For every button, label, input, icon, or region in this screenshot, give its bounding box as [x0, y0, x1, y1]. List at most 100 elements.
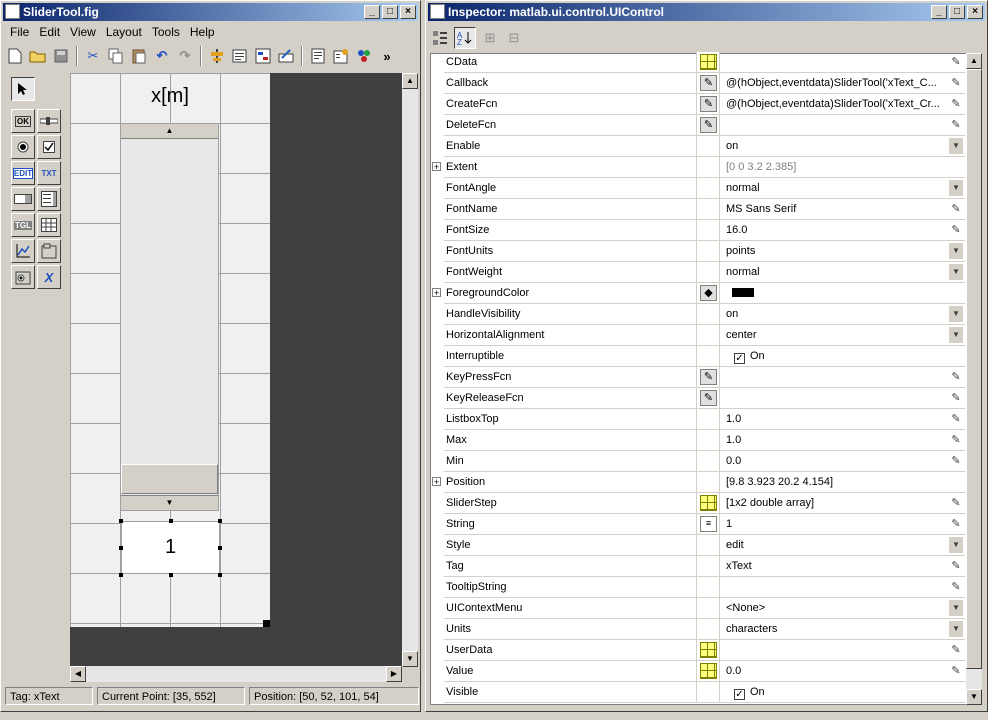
- property-value[interactable]: [9.8 3.923 20.2 4.154]: [726, 472, 951, 492]
- property-row[interactable]: FontAngle normal ▼: [444, 178, 965, 199]
- property-value[interactable]: 1.0: [726, 409, 951, 429]
- property-row[interactable]: UserData ✎: [444, 640, 965, 661]
- edit-pencil-icon[interactable]: ✎: [949, 661, 963, 681]
- property-value[interactable]: ✓ On: [734, 346, 959, 366]
- dropdown-arrow-icon[interactable]: ▼: [949, 306, 963, 322]
- property-value[interactable]: @(hObject,eventdata)SliderTool('xText_Cr…: [726, 94, 951, 114]
- property-row[interactable]: FontName MS Sans Serif ✎: [444, 199, 965, 220]
- property-row[interactable]: FontSize 16.0 ✎: [444, 220, 965, 241]
- close-button[interactable]: ×: [967, 5, 983, 19]
- menu-edit[interactable]: Edit: [34, 23, 65, 42]
- array-editor-icon[interactable]: [700, 663, 717, 679]
- dropdown-arrow-icon[interactable]: ▼: [949, 621, 963, 637]
- edit-pencil-icon[interactable]: ✎: [949, 115, 963, 135]
- edit-pencil-icon[interactable]: ✎: [949, 73, 963, 93]
- text-editor-icon[interactable]: ≡: [700, 516, 717, 532]
- scroll-right-icon[interactable]: ▶: [386, 666, 402, 682]
- property-value[interactable]: [726, 367, 951, 387]
- property-value[interactable]: [726, 283, 951, 303]
- panel-tool-icon[interactable]: [37, 239, 61, 263]
- property-value[interactable]: @(hObject,eventdata)SliderTool('xText_C.…: [726, 73, 951, 93]
- selection-handle[interactable]: [119, 573, 123, 577]
- property-value[interactable]: characters: [726, 619, 951, 639]
- tab-order-editor-icon[interactable]: [253, 46, 273, 66]
- cut-icon[interactable]: ✂: [83, 46, 103, 66]
- edit-pencil-icon[interactable]: ✎: [949, 577, 963, 597]
- toolbar-editor-icon[interactable]: [276, 46, 296, 66]
- property-value[interactable]: [726, 52, 951, 72]
- property-row[interactable]: Callback ✎ @(hObject,eventdata)SliderTool(…: [444, 73, 965, 94]
- expand-all-icon[interactable]: ⊞: [480, 28, 500, 48]
- scroll-down-icon[interactable]: ▼: [402, 651, 418, 667]
- minimize-button[interactable]: _: [931, 5, 947, 19]
- edit-pencil-icon[interactable]: ✎: [949, 493, 963, 513]
- property-value[interactable]: ✓ On: [734, 682, 959, 702]
- dropdown-arrow-icon[interactable]: ▼: [949, 327, 963, 343]
- maximize-button[interactable]: □: [382, 5, 398, 19]
- property-row[interactable]: KeyReleaseFcn ✎ ✎: [444, 388, 965, 409]
- property-row[interactable]: Units characters ▼: [444, 619, 965, 640]
- slider-down-arrow[interactable]: ▼: [121, 495, 218, 510]
- property-row[interactable]: String ≡ 1 ✎: [444, 514, 965, 535]
- menu-layout[interactable]: Layout: [101, 23, 147, 42]
- checkbox-tool-icon[interactable]: [37, 135, 61, 159]
- edit-pencil-icon[interactable]: ✎: [949, 388, 963, 408]
- menu-tools[interactable]: Tools: [147, 23, 185, 42]
- property-value[interactable]: <None>: [726, 598, 951, 618]
- property-inspector-icon[interactable]: [331, 46, 351, 66]
- edit-pencil-icon[interactable]: ✎: [949, 556, 963, 576]
- edit-pencil-icon[interactable]: ✎: [949, 409, 963, 429]
- button-group-tool-icon[interactable]: [11, 265, 35, 289]
- property-row[interactable]: TooltipString ✎: [444, 577, 965, 598]
- scroll-thumb[interactable]: [966, 69, 982, 669]
- scroll-down-icon[interactable]: ▼: [966, 689, 982, 705]
- edit-pencil-icon[interactable]: ✎: [949, 199, 963, 219]
- canvas-vertical-scrollbar[interactable]: ▲ ▼: [402, 73, 418, 667]
- edit-pencil-icon[interactable]: ✎: [949, 220, 963, 240]
- dropdown-arrow-icon[interactable]: ▼: [949, 600, 963, 616]
- slider-thumb[interactable]: [121, 464, 218, 494]
- axes-tool-icon[interactable]: [11, 239, 35, 263]
- array-editor-icon[interactable]: [700, 642, 717, 658]
- listbox-tool-icon[interactable]: [37, 187, 61, 211]
- property-value[interactable]: xText: [726, 556, 951, 576]
- selection-handle[interactable]: [119, 519, 123, 523]
- slider-up-arrow[interactable]: ▲: [121, 124, 218, 139]
- edit-pencil-icon[interactable]: ✎: [949, 640, 963, 660]
- color-picker-icon[interactable]: ◆: [700, 285, 717, 301]
- edit-pencil-icon[interactable]: ✎: [949, 367, 963, 387]
- checkbox-icon[interactable]: ✓: [734, 353, 745, 364]
- selection-handle[interactable]: [169, 573, 173, 577]
- property-value[interactable]: center: [726, 325, 951, 345]
- slider-control[interactable]: ▲ ▼: [120, 123, 219, 511]
- selection-handle[interactable]: [218, 519, 222, 523]
- property-row[interactable]: KeyPressFcn ✎ ✎: [444, 367, 965, 388]
- callback-editor-icon[interactable]: ✎: [700, 390, 717, 406]
- callback-editor-icon[interactable]: ✎: [700, 369, 717, 385]
- copy-icon[interactable]: [106, 46, 126, 66]
- edit-text-tool-icon[interactable]: EDIT: [11, 161, 35, 185]
- figure-area[interactable]: x[m] ▲ ▼ 1: [70, 73, 270, 627]
- property-row[interactable]: CData ✎: [444, 52, 965, 73]
- property-row[interactable]: + Position [9.8 3.923 20.2 4.154]: [432, 472, 965, 493]
- selection-handle[interactable]: [218, 573, 222, 577]
- array-editor-icon[interactable]: [700, 495, 717, 511]
- callback-editor-icon[interactable]: ✎: [700, 117, 717, 133]
- save-icon[interactable]: [51, 46, 71, 66]
- scroll-up-icon[interactable]: ▲: [966, 53, 982, 69]
- new-file-icon[interactable]: [5, 46, 25, 66]
- dropdown-arrow-icon[interactable]: ▼: [949, 243, 963, 259]
- property-value[interactable]: [726, 577, 951, 597]
- selection-handle[interactable]: [218, 546, 222, 550]
- property-value[interactable]: edit: [726, 535, 951, 555]
- mfile-editor-icon[interactable]: [308, 46, 328, 66]
- property-value[interactable]: points: [726, 241, 951, 261]
- paste-icon[interactable]: [129, 46, 149, 66]
- property-value[interactable]: normal: [726, 262, 951, 282]
- property-row[interactable]: HorizontalAlignment center ▼: [444, 325, 965, 346]
- property-value[interactable]: 16.0: [726, 220, 951, 240]
- property-value[interactable]: [726, 640, 951, 660]
- table-tool-icon[interactable]: [37, 213, 61, 237]
- canvas-horizontal-scrollbar[interactable]: ◀ ▶: [70, 666, 402, 682]
- axis-label-text[interactable]: x[m]: [120, 85, 220, 108]
